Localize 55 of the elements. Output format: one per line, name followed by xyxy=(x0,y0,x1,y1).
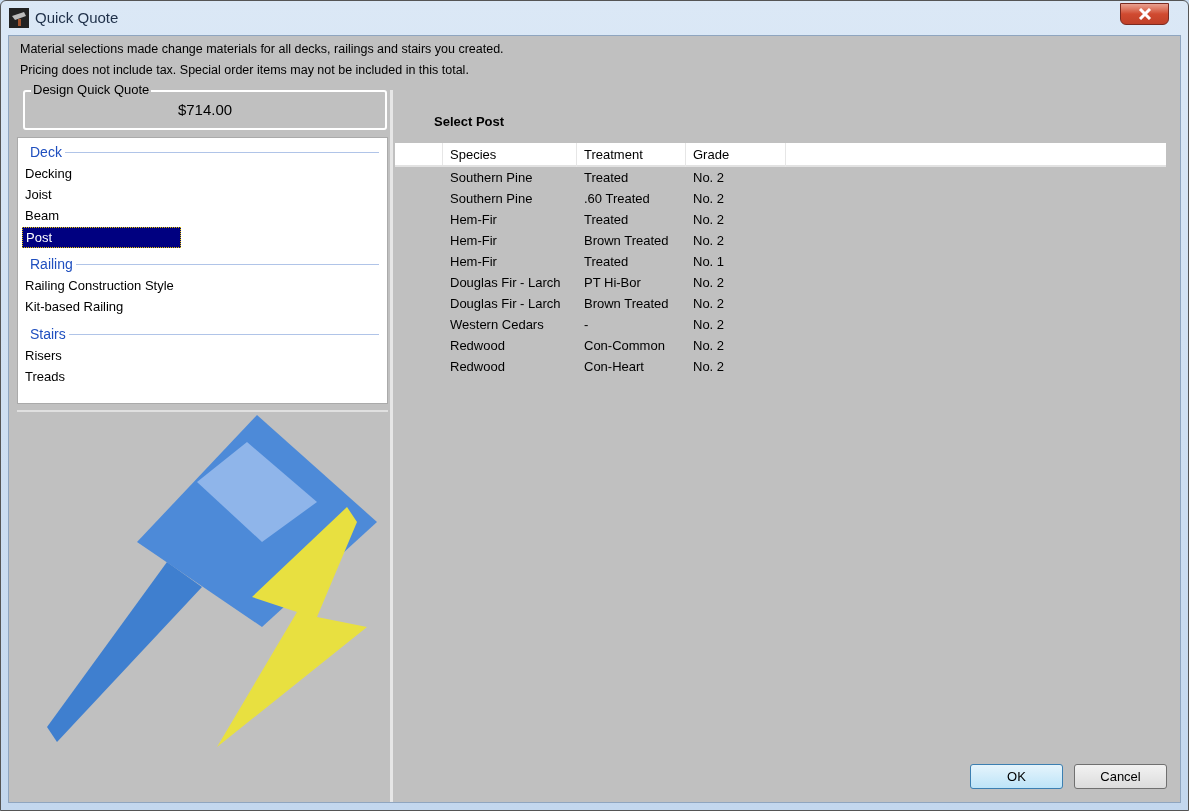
table-cell-text: No. 2 xyxy=(692,358,726,376)
table-cell-text: Brown Treated xyxy=(583,232,670,250)
panel-title: Select Post xyxy=(434,113,506,131)
table-cell-text: PT Hi-Bor xyxy=(583,274,642,292)
table-cell-text: Hem-Fir xyxy=(449,232,498,250)
table-cell-text: No. 2 xyxy=(692,295,726,313)
list-item[interactable]: Joist xyxy=(22,185,181,206)
list-item[interactable]: Beam xyxy=(22,206,181,227)
table-cell-text: .60 Treated xyxy=(583,190,651,208)
column-header[interactable]: Treatment xyxy=(577,143,686,167)
table-cell-text: Hem-Fir xyxy=(449,211,498,229)
table-cell-text: Hem-Fir xyxy=(449,253,498,271)
category-heading: Stairs xyxy=(30,324,66,344)
close-button[interactable] xyxy=(1120,3,1169,25)
window-title: Quick Quote xyxy=(35,7,119,28)
list-item[interactable]: Post xyxy=(22,227,181,248)
column-header[interactable]: Species xyxy=(443,143,577,167)
app-icon xyxy=(9,8,29,28)
dialog-button[interactable]: OK xyxy=(970,764,1063,789)
instruction-text: Material selections made change materials for all decks, railings and stairs you created. xyxy=(20,41,505,58)
table-cell-text: No. 1 xyxy=(692,253,726,271)
list-item[interactable]: Decking xyxy=(22,164,181,185)
table-cell-text: No. 2 xyxy=(692,169,726,187)
column-header[interactable]: Grade xyxy=(686,143,786,167)
list-item[interactable]: Risers xyxy=(22,346,181,367)
table-cell-text: No. 2 xyxy=(692,190,726,208)
table-cell-text: No. 2 xyxy=(692,316,726,334)
table-cell-text: - xyxy=(583,316,590,334)
table-cell-text: No. 2 xyxy=(692,337,726,355)
table-cell-text: Douglas Fir - Larch xyxy=(449,274,562,292)
group-label: Design Quick Quote xyxy=(31,83,152,97)
table-cell-text: Redwood xyxy=(449,337,506,355)
quote-total: $714.00 xyxy=(177,100,233,121)
list-item[interactable]: Railing Construction Style xyxy=(22,276,181,297)
table-cell-text: Treated xyxy=(583,253,630,271)
table-cell-text: Treated xyxy=(583,211,630,229)
table-cell-text: No. 2 xyxy=(692,211,726,229)
table-cell-text: No. 2 xyxy=(692,274,726,292)
category-heading: Railing xyxy=(30,254,73,274)
table-cell-text: Redwood xyxy=(449,358,506,376)
list-item[interactable]: Treads xyxy=(22,367,181,388)
table-cell-text: Con-Common xyxy=(583,337,666,355)
table-cell-text: Southern Pine xyxy=(449,169,534,187)
list-item[interactable]: Kit-based Railing xyxy=(22,297,181,318)
table-cell-text: Douglas Fir - Larch xyxy=(449,295,562,313)
table-cell-text: Con-Heart xyxy=(583,358,645,376)
table-cell-text: Southern Pine xyxy=(449,190,534,208)
instruction-text: Pricing does not include tax. Special order items may not be included in this total. xyxy=(20,62,470,79)
dialog-button[interactable]: Cancel xyxy=(1074,764,1167,789)
table-cell-text: Brown Treated xyxy=(583,295,670,313)
close-icon xyxy=(1137,8,1152,20)
table-cell-text: Treated xyxy=(583,169,630,187)
table-cell-text: Western Cedars xyxy=(449,316,545,334)
table-cell-text: No. 2 xyxy=(692,232,726,250)
category-heading: Deck xyxy=(30,142,62,162)
